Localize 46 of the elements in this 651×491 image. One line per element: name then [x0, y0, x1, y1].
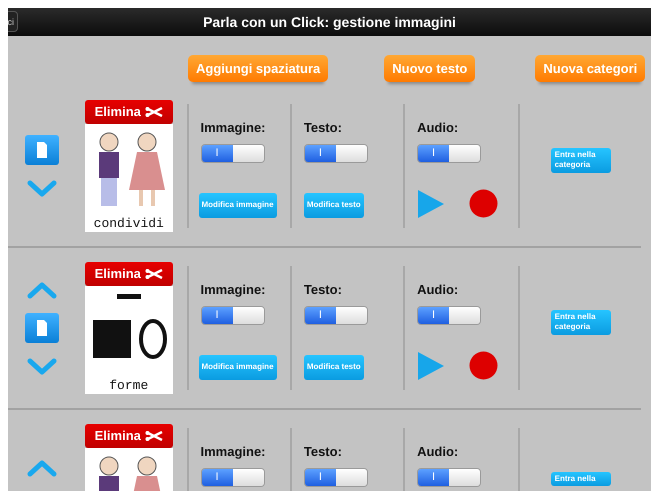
toolbar-button[interactable]: Aggiungi spaziatura [188, 55, 328, 82]
delete-button[interactable]: Elimina [84, 262, 173, 286]
document-icon [36, 319, 48, 337]
category-button[interactable]: Entra nella [550, 472, 611, 486]
edit-button[interactable]: Modifica immagine [198, 354, 277, 380]
scissors-icon [144, 269, 163, 279]
switch-label: Testo: [304, 119, 343, 137]
toggle-switch[interactable]: I [304, 306, 368, 324]
toolbar-button[interactable]: Nuovo testo [384, 55, 476, 82]
scissors-icon [144, 431, 163, 441]
move-handle[interactable] [25, 313, 60, 343]
edit-button[interactable]: Modifica immagine [198, 192, 277, 218]
back-button[interactable]: ci [8, 11, 18, 32]
delete-button[interactable]: Elimina [84, 424, 173, 448]
move-handle[interactable] [25, 135, 60, 165]
category-button[interactable]: Entra nella categoria [550, 148, 611, 173]
toggle-switch[interactable]: I [417, 306, 482, 324]
window-title: Parla con un Click: gestione immagini [203, 12, 456, 32]
category-button[interactable]: Entra nella categoria [550, 310, 611, 335]
picture-caption: condividi [94, 217, 164, 230]
toggle-switch[interactable]: I [417, 468, 482, 486]
switch-label: Audio: [417, 119, 460, 137]
edit-button[interactable]: Modifica testo [304, 192, 364, 218]
switch-label: Audio: [417, 281, 460, 299]
toggle-switch[interactable]: I [417, 144, 482, 162]
switch-label: Testo: [304, 443, 343, 461]
toggle-switch[interactable]: I [200, 468, 264, 486]
switch-label: Immagine: [200, 119, 267, 137]
scissors-icon [144, 107, 163, 117]
edit-button[interactable]: Modifica testo [304, 354, 364, 380]
play-icon[interactable] [417, 350, 446, 380]
delete-button[interactable]: Elimina [84, 100, 173, 124]
toggle-switch[interactable]: I [200, 306, 264, 324]
switch-label: Immagine: [200, 443, 267, 461]
play-icon[interactable] [417, 188, 446, 218]
switch-label: Testo: [304, 281, 343, 299]
switch-label: Immagine: [200, 281, 267, 299]
toggle-switch[interactable]: I [304, 468, 368, 486]
record-icon[interactable] [469, 189, 498, 218]
document-icon [36, 141, 48, 159]
record-icon[interactable] [469, 351, 498, 380]
toolbar-button[interactable]: Nuova categori [535, 55, 646, 82]
toggle-switch[interactable]: I [200, 144, 264, 162]
toggle-switch[interactable]: I [304, 144, 368, 162]
switch-label: Audio: [417, 443, 460, 461]
picture-caption: forme [109, 379, 148, 392]
